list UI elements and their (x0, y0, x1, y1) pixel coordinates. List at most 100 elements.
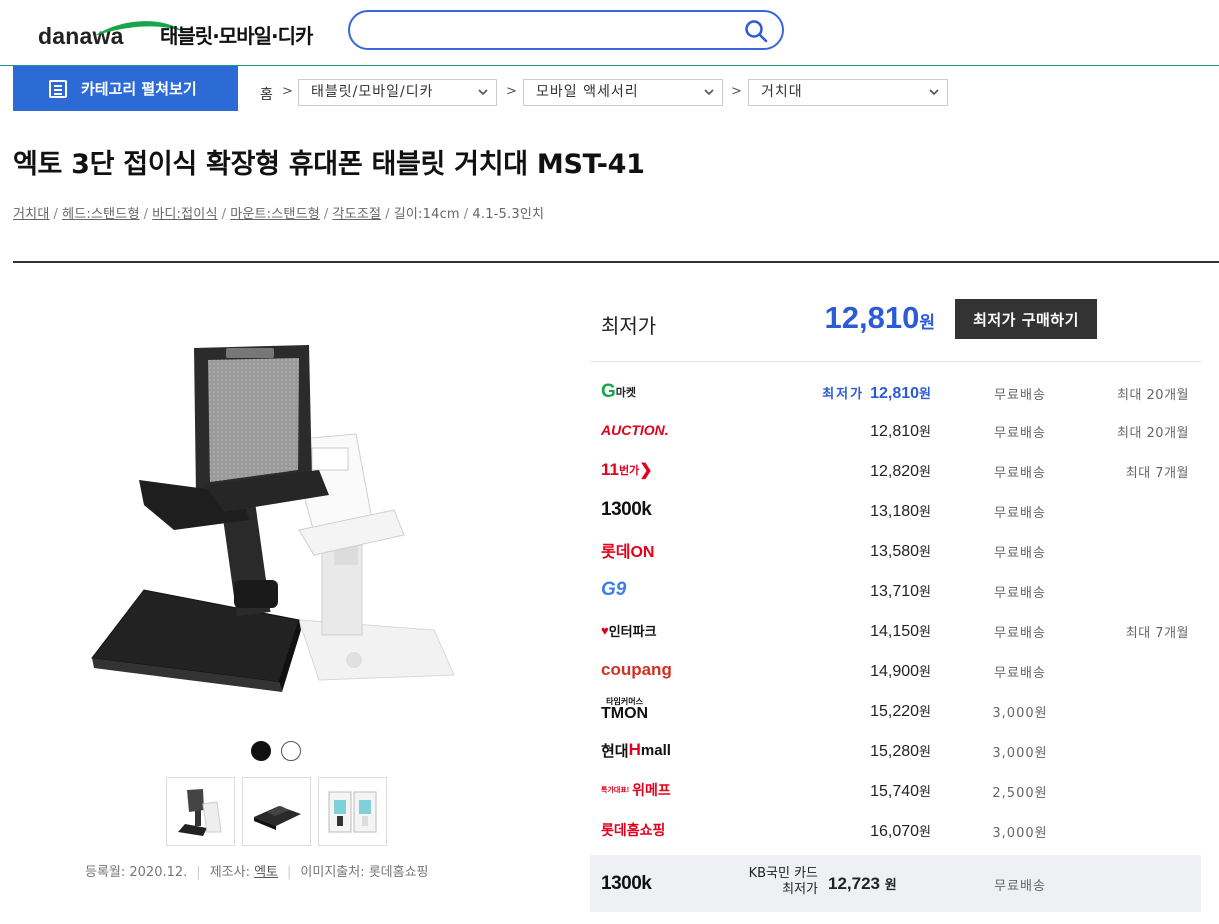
buy-lowest-button[interactable]: 최저가 구매하기 (955, 299, 1097, 339)
product-title: 엑토 3단 접이식 확장형 휴대폰 태블릿 거치대 MST-41 (13, 149, 645, 180)
card-offer-shipping: 무료배송 (994, 879, 1046, 894)
spec-separator: / (53, 207, 59, 222)
card-offer-row[interactable]: 1300k KB국민 카드최저가 12,723 원 무료배송 (590, 855, 1201, 912)
offer-row[interactable]: G9 13,710원 무료배송 (590, 570, 1201, 610)
mall-logo-gmarket[interactable]: G 마켓 (601, 380, 636, 404)
mall-logo-g9[interactable]: G9 (601, 578, 626, 602)
card-offer-price: 12,723 원 (828, 874, 897, 894)
currency-unit: 원 (919, 504, 931, 519)
registered-date: 등록월: 2020.12. (85, 865, 188, 880)
spec-link[interactable]: 헤드:스탠드형 (62, 207, 140, 222)
mall-logo-lottehomeshopping[interactable]: 롯데홈쇼핑 (601, 818, 665, 842)
offer-price[interactable]: 13,180원 (870, 501, 931, 521)
mall-logo-coupang[interactable]: coupang (601, 658, 672, 682)
spec-link[interactable]: 마운트:스탠드형 (230, 207, 320, 222)
offer-shipping: 무료배송 (994, 586, 1046, 601)
thumbnail-1[interactable] (166, 777, 235, 846)
spec-link[interactable]: 거치대 (13, 207, 49, 222)
offer-row[interactable]: 현대 Hmall 15,280원 3,000원 (590, 730, 1201, 770)
currency-unit: 원 (919, 624, 931, 639)
mall-logo-interpark[interactable]: ♥ 인터파크 (601, 618, 657, 642)
search-icon[interactable] (744, 19, 768, 43)
offer-shipping: 무료배송 (994, 426, 1046, 441)
offer-shipping: 무료배송 (994, 466, 1046, 481)
breadcrumb-home[interactable]: 홈 (260, 84, 273, 104)
offer-shipping: 무료배송 (994, 388, 1046, 403)
color-white-dot[interactable] (281, 741, 301, 761)
currency-unit: 원 (919, 544, 931, 559)
offer-price[interactable]: 14,150원 (870, 621, 931, 641)
danawa-logo[interactable]: danawa (38, 20, 185, 50)
mall-logo-11st[interactable]: 11 번가 ❯ (601, 458, 653, 482)
mall-logo-1300k[interactable]: 1300k (601, 498, 652, 522)
offer-row[interactable]: coupang 14,900원 무료배송 (590, 650, 1201, 690)
currency-unit: 원 (919, 704, 931, 719)
offer-list: G 마켓 최저가 12,810원 무료배송 최대 20개월 AUCTION. 12,810원 무… (590, 372, 1201, 846)
breadcrumb-dropdown-label: 모바일 액세서리 (536, 84, 639, 100)
offer-price-number: 13,580 (870, 543, 920, 560)
product-meta: 등록월: 2020.12. | 제조사: 엑토 | 이미지출처: 롯데홈쇼핑 (85, 865, 429, 880)
thumbnail-3[interactable] (318, 777, 387, 846)
spec-separator: / (463, 207, 469, 222)
offer-row[interactable]: AUCTION. 12,810원 무료배송 최대 20개월 (590, 410, 1201, 450)
thumbnail-package-image (328, 791, 377, 833)
offer-price[interactable]: 12,810원 (870, 421, 931, 441)
spec-separator: / (323, 207, 329, 222)
offer-row[interactable]: G 마켓 최저가 12,810원 무료배송 최대 20개월 (590, 372, 1201, 410)
color-black-dot[interactable] (251, 741, 271, 761)
currency-unit: 원 (919, 584, 931, 599)
mall-logo-hmall[interactable]: 현대 Hmall (601, 738, 671, 762)
offer-price[interactable]: 14,900원 (870, 661, 931, 681)
mall-logo-1300k[interactable]: 1300k (601, 872, 652, 896)
offer-shipping: 무료배송 (994, 666, 1046, 681)
spec-separator: / (385, 207, 390, 222)
offer-row[interactable]: 11 번가 ❯ 12,820원 무료배송 최대 7개월 (590, 450, 1201, 490)
thumbnail-2[interactable] (242, 777, 311, 846)
offer-row[interactable]: 특가대표! 위메프 15,740원 2,500원 (590, 770, 1201, 810)
offer-price[interactable]: 13,580원 (870, 541, 931, 561)
offer-price-number: 12,810 (870, 423, 920, 440)
offer-row[interactable]: 롯데홈쇼핑 16,070원 3,000원 (590, 810, 1201, 846)
breadcrumb-dropdown-1[interactable]: 태블릿/모바일/디카 (298, 79, 497, 106)
offer-shipping: 3,000원 (992, 826, 1048, 841)
mall-logo-tmon[interactable]: 타임커머스 TMON (601, 698, 648, 722)
breadcrumb-separator: > (506, 84, 517, 99)
offer-row[interactable]: 롯데ON 13,580원 무료배송 (590, 530, 1201, 570)
currency-unit: 원 (919, 744, 931, 759)
currency-unit: 원 (919, 386, 931, 401)
currency-unit: 원 (919, 424, 931, 439)
offer-price[interactable]: 13,710원 (870, 581, 931, 601)
breadcrumb-dropdown-label: 태블릿/모바일/디카 (311, 84, 434, 100)
category-title[interactable]: 태블릿·모바일·디카 (160, 20, 313, 49)
product-image[interactable] (84, 330, 474, 700)
offer-shipping: 3,000원 (992, 706, 1048, 721)
section-divider (13, 261, 1219, 263)
spec-link[interactable]: 각도조절 (333, 207, 382, 222)
maker-link[interactable]: 엑토 (254, 865, 278, 880)
currency-unit: 원 (919, 664, 931, 679)
search-input[interactable] (348, 10, 784, 50)
image-source: 이미지출처: 롯데홈쇼핑 (300, 865, 429, 880)
best-price-number: 12,810 (824, 300, 920, 335)
offer-row[interactable]: 1300k 13,180원 무료배송 (590, 490, 1201, 530)
offer-price[interactable]: 15,220원 (870, 701, 931, 721)
category-expand-button[interactable]: 카테고리 펼쳐보기 (13, 66, 238, 111)
offer-price[interactable]: 15,740원 (870, 781, 931, 801)
breadcrumb-dropdown-2[interactable]: 모바일 액세서리 (523, 79, 723, 106)
mall-logo-wemakeprice[interactable]: 특가대표! 위메프 (601, 778, 671, 802)
offer-row[interactable]: 타임커머스 TMON 15,220원 3,000원 (590, 690, 1201, 730)
mall-logo-lotteon[interactable]: 롯데ON (601, 538, 654, 562)
offer-price[interactable]: 16,070원 (870, 821, 931, 841)
spec-text: 길이:14cm (393, 207, 460, 222)
mall-logo-auction[interactable]: AUCTION. (601, 418, 669, 442)
offer-price[interactable]: 12,820원 (870, 461, 931, 481)
offer-installment: 최대 20개월 (1116, 388, 1189, 403)
offer-price-number: 12,810 (870, 385, 920, 402)
spec-link[interactable]: 바디:접이식 (152, 207, 217, 222)
offer-price[interactable]: 15,280원 (870, 741, 931, 761)
offer-row[interactable]: ♥ 인터파크 14,150원 무료배송 최대 7개월 (590, 610, 1201, 650)
breadcrumb-dropdown-3[interactable]: 거치대 (748, 79, 948, 106)
thumbnail-list (166, 777, 387, 846)
offer-price[interactable]: 최저가 12,810원 (822, 383, 931, 403)
offer-shipping: 3,000원 (992, 746, 1048, 761)
